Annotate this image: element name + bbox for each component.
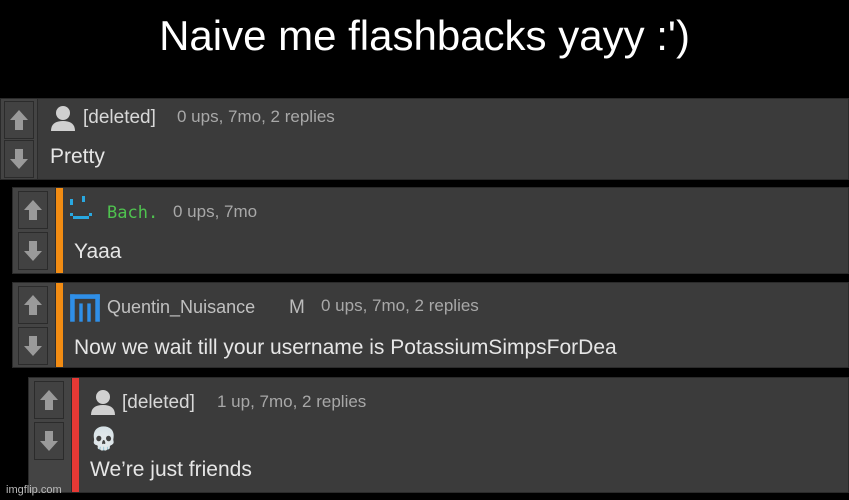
comment-4: [deleted] 1 up, 7mo, 2 replies 💀 We’re j… xyxy=(28,377,849,493)
comment-1: [deleted] 0 ups, 7mo, 2 replies Pretty xyxy=(0,98,849,180)
upvote-button[interactable] xyxy=(34,381,64,419)
comment-meta: 0 ups, 7mo, 2 replies xyxy=(177,107,335,126)
vote-column xyxy=(13,283,56,367)
downvote-button[interactable] xyxy=(18,232,48,270)
comment-username[interactable]: Bach. xyxy=(107,203,158,223)
skull-emoji: 💀 xyxy=(90,426,118,451)
comment-meta: 1 up, 7mo, 2 replies xyxy=(217,392,367,411)
comment-meta: 0 ups, 7mo, 2 replies xyxy=(321,296,479,315)
arrow-down-icon xyxy=(10,149,28,169)
thread-stripe xyxy=(56,188,63,273)
arrow-up-icon xyxy=(24,200,42,220)
comment-body: Pretty xyxy=(50,145,105,168)
comment-3: Quentin_Nuisance M 0 ups, 7mo, 2 replies… xyxy=(12,282,849,368)
vote-column xyxy=(29,378,72,492)
pixel-avatar-icon xyxy=(70,294,100,322)
arrow-up-icon xyxy=(10,110,28,130)
downvote-button[interactable] xyxy=(18,327,48,365)
thread-stripe xyxy=(72,378,79,492)
user-avatar-icon xyxy=(91,390,115,415)
arrow-down-icon xyxy=(24,336,42,356)
comment-meta: 0 ups, 7mo xyxy=(173,202,258,221)
comment-body: We’re just friends xyxy=(90,458,252,481)
upvote-button[interactable] xyxy=(18,191,48,229)
vote-column xyxy=(1,99,38,179)
thread-stripe xyxy=(56,283,63,367)
comment-username[interactable]: [deleted] xyxy=(122,392,195,414)
moderator-badge: M xyxy=(289,297,305,318)
user-avatar-icon xyxy=(51,106,75,131)
pixel-face-icon xyxy=(70,196,92,219)
meme-caption: Naive me flashbacks yayy :') xyxy=(159,12,690,59)
comment-username[interactable]: [deleted] xyxy=(83,107,156,129)
comment-body: Yaaa xyxy=(74,240,122,263)
upvote-button[interactable] xyxy=(4,101,34,139)
downvote-button[interactable] xyxy=(34,422,64,460)
downvote-button[interactable] xyxy=(4,140,34,178)
upvote-button[interactable] xyxy=(18,286,48,324)
arrow-up-icon xyxy=(40,390,58,410)
arrow-up-icon xyxy=(24,295,42,315)
vote-column xyxy=(13,188,56,273)
imgflip-watermark: imgflip.com xyxy=(6,484,62,496)
comment-username[interactable]: Quentin_Nuisance xyxy=(107,297,255,318)
arrow-down-icon xyxy=(40,431,58,451)
comment-body: Now we wait till your username is Potass… xyxy=(74,336,617,359)
comment-2: Bach. 0 ups, 7mo Yaaa xyxy=(12,187,849,274)
arrow-down-icon xyxy=(24,241,42,261)
